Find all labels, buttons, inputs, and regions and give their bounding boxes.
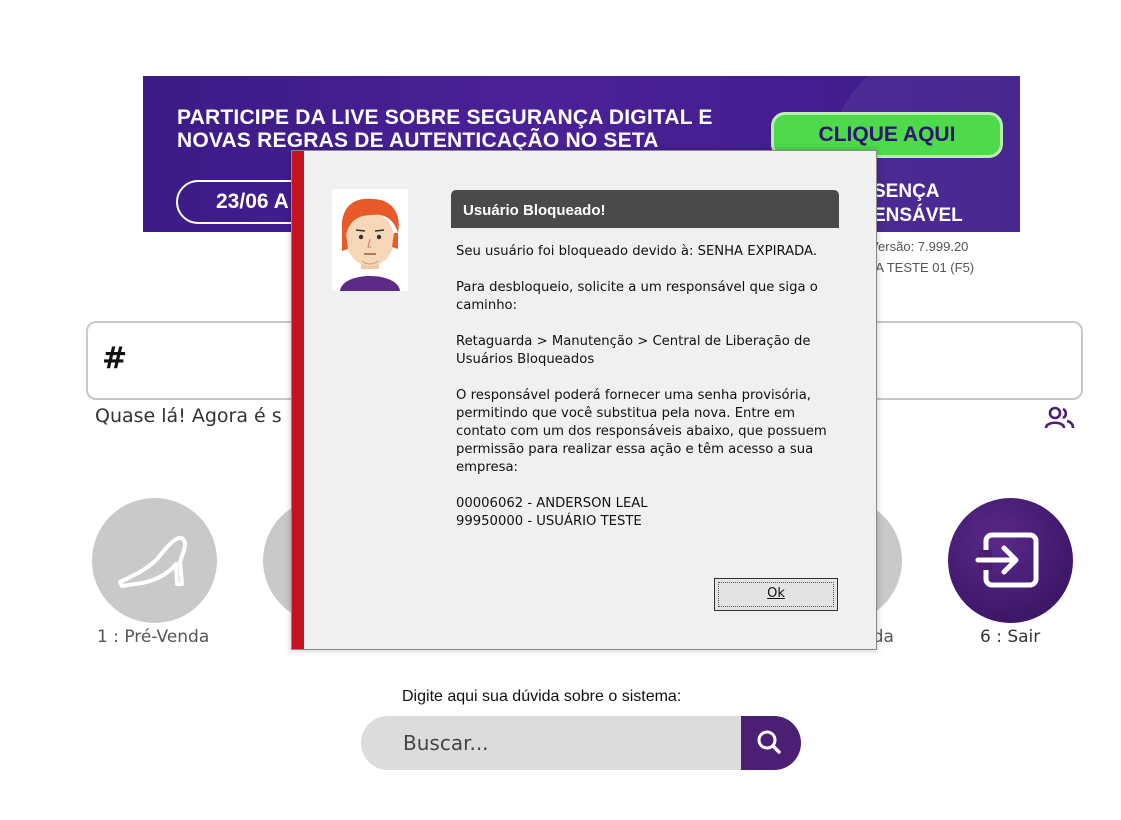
search-bar (361, 716, 801, 770)
dialog-message: Seu usuário foi bloqueado devido à: SENH… (456, 244, 818, 259)
user-avatar (332, 189, 408, 291)
banner-right-text: SENÇA ENSÁVEL (873, 181, 963, 226)
search-input[interactable] (361, 716, 741, 770)
code-input-value: # (102, 341, 128, 376)
dialog-title: Usuário Bloqueado! (451, 190, 839, 228)
dialog-accent-bar (292, 151, 304, 649)
hint-text: Quase lá! Agora é s (95, 405, 282, 427)
blocked-user-dialog: Usuário Bloqueado! Seu usuário foi bloqu… (291, 150, 877, 650)
dialog-body: Seu usuário foi bloqueado devido à: SENH… (456, 243, 842, 531)
module-sair-button[interactable] (948, 498, 1073, 623)
search-caption: Digite aqui sua dúvida sobre o sistema: (402, 688, 682, 705)
banner-headline: PARTICIPE DA LIVE SOBRE SEGURANÇA DIGITA… (177, 106, 713, 152)
users-icon[interactable] (1044, 406, 1076, 430)
dialog-instruction: Para desbloqueio, solicite a um responsá… (456, 280, 818, 313)
exit-icon (975, 532, 1039, 588)
search-icon (757, 730, 781, 754)
responsible-item: 99950000 - USUÁRIO TESTE (456, 514, 642, 529)
ok-button[interactable]: Ok (714, 578, 838, 611)
search-button[interactable] (741, 716, 801, 770)
module-sair-label: 6 : Sair (980, 627, 1041, 647)
module-pre-venda-label: 1 : Pré-Venda (97, 627, 210, 647)
dialog-path: Retaguarda > Manutenção > Central de Lib… (456, 334, 811, 367)
module-pre-venda-button[interactable] (92, 498, 217, 623)
dialog-explanation: O responsável poderá fornecer uma senha … (456, 388, 827, 475)
high-heel-shoe-icon (118, 536, 187, 588)
responsible-item: 00006062 - ANDERSON LEAL (456, 496, 648, 511)
ok-button-label: Ok (767, 586, 785, 601)
